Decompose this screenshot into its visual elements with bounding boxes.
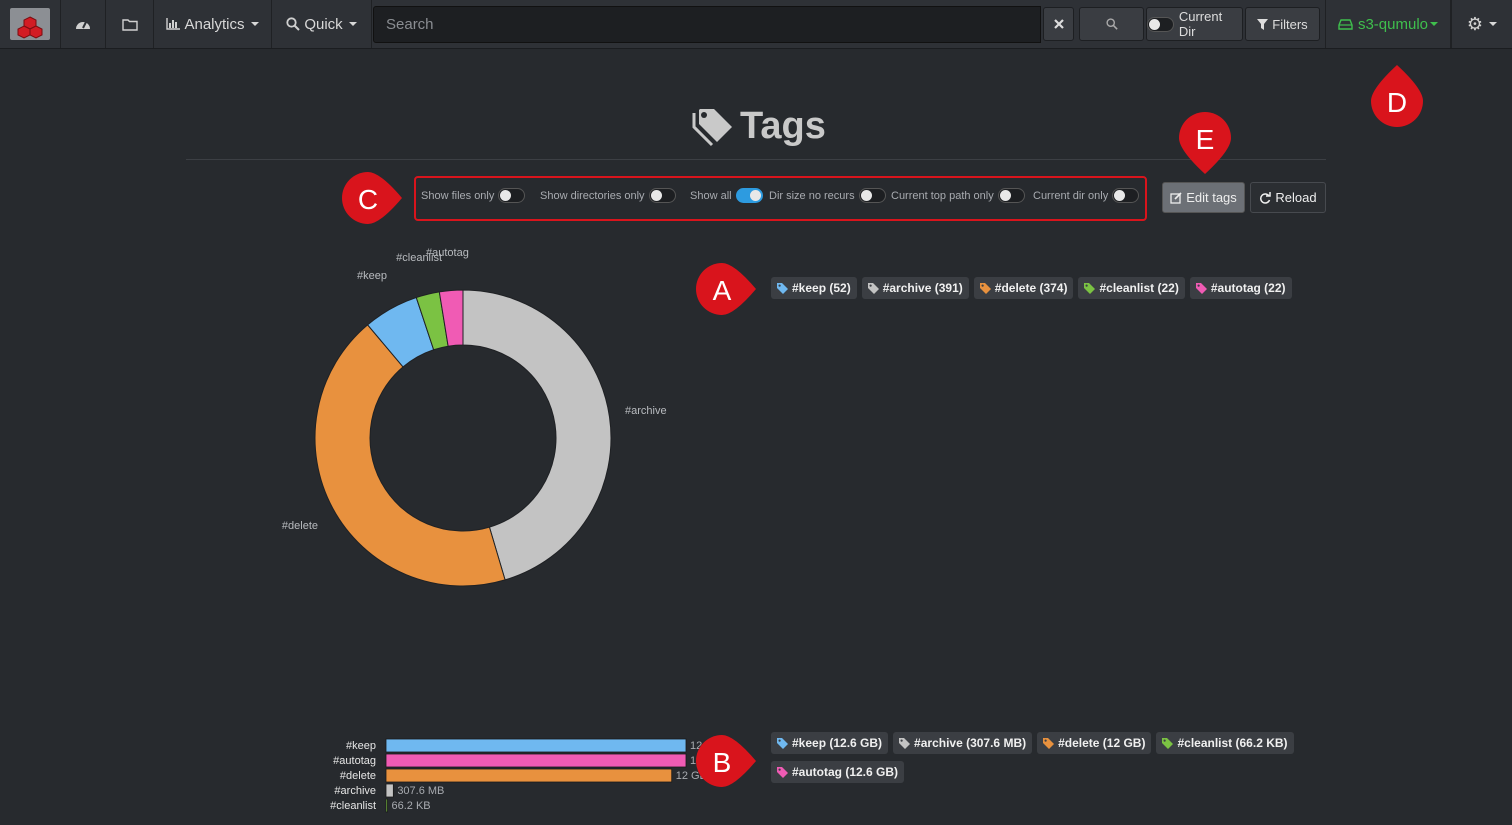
tag-size-pill[interactable]: #autotag (12.6 GB) <box>771 761 905 783</box>
bar-category-autotag: #autotag <box>333 755 376 767</box>
bar-autotag[interactable] <box>385 753 687 768</box>
callout-letter: B <box>712 747 732 778</box>
callout-marker-a: A <box>694 261 760 317</box>
tag-pill-label: #keep (12.6 GB) <box>792 736 883 750</box>
donut-label-autotag: #autotag <box>426 247 469 259</box>
tag-size-pill[interactable]: #cleanlist (66.2 KB) <box>1156 732 1294 754</box>
tag-count-list: #keep (52) #archive (391) #delete (374) #cl… <box>771 277 1311 299</box>
bar-category-archive: #archive <box>334 785 376 797</box>
donut-label-archive: #archive <box>625 405 667 417</box>
tag-pill-label: #cleanlist (66.2 KB) <box>1177 736 1288 750</box>
tag-icon <box>1043 737 1055 749</box>
tag-icon <box>899 737 911 749</box>
callout-marker-d: D <box>1369 63 1427 129</box>
bar-delete[interactable] <box>385 768 673 783</box>
tag-icon <box>777 766 788 778</box>
callout-marker-e: E <box>1177 110 1235 176</box>
callout-letter: D <box>1386 87 1408 118</box>
tag-icon <box>979 282 991 294</box>
callout-letter: E <box>1195 124 1215 155</box>
tag-pill-label: #autotag (12.6 GB) <box>792 765 899 779</box>
tag-pill-label: #autotag (22) <box>1210 281 1286 295</box>
tag-size-pill[interactable]: #keep (12.6 GB) <box>771 732 889 754</box>
donut-label-delete: #delete <box>282 520 318 532</box>
tag-size-pill[interactable]: #delete (12 GB) <box>1037 732 1152 754</box>
tag-icon <box>1195 282 1207 294</box>
tag-size-pill[interactable]: #archive (307.6 MB) <box>893 732 1033 754</box>
bar-value-label-archive: 307.6 MB <box>397 785 444 797</box>
tag-count-pill[interactable]: #delete (374) <box>973 277 1074 299</box>
bar-cleanlist[interactable] <box>385 798 388 813</box>
donut-label-keep: #keep <box>357 270 387 282</box>
tag-icon <box>1084 282 1096 294</box>
callout-marker-b: B <box>694 733 760 789</box>
bar-category-keep: #keep <box>346 740 376 752</box>
tag-pill-label: #cleanlist (22) <box>1099 281 1179 295</box>
tag-size-list: #keep (12.6 GB) #archive (307.6 MB) #delet… <box>771 732 1311 783</box>
callout-marker-c: C <box>340 170 406 226</box>
bar-category-cleanlist: #cleanlist <box>330 800 376 812</box>
tag-count-pill[interactable]: #cleanlist (22) <box>1078 277 1185 299</box>
tag-icon <box>867 282 879 294</box>
callout-letter: C <box>357 184 379 215</box>
bar-value-label-cleanlist: 66.2 KB <box>392 800 431 812</box>
tag-pill-label: #archive (307.6 MB) <box>914 736 1027 750</box>
tag-pill-label: #delete (12 GB) <box>1058 736 1146 750</box>
tag-icon <box>777 282 788 294</box>
bar-keep[interactable] <box>385 738 687 753</box>
callout-letter: A <box>712 275 732 306</box>
bar-category-delete: #delete <box>340 770 376 782</box>
donut-slice-delete[interactable] <box>314 324 506 587</box>
tag-count-pill[interactable]: #archive (391) <box>861 277 969 299</box>
bar-archive[interactable] <box>385 783 394 798</box>
tag-icon <box>1162 737 1174 749</box>
tag-pill-label: #archive (391) <box>882 281 963 295</box>
charts-canvas: #archive #delete #keep #cleanlist #autotag #k… <box>282 247 730 813</box>
tag-pill-label: #delete (374) <box>994 281 1068 295</box>
tag-count-pill[interactable]: #autotag (22) <box>1189 277 1292 299</box>
tag-pill-label: #keep (52) <box>792 281 851 295</box>
tag-icon <box>777 737 788 749</box>
tag-count-pill[interactable]: #keep (52) <box>771 277 857 299</box>
